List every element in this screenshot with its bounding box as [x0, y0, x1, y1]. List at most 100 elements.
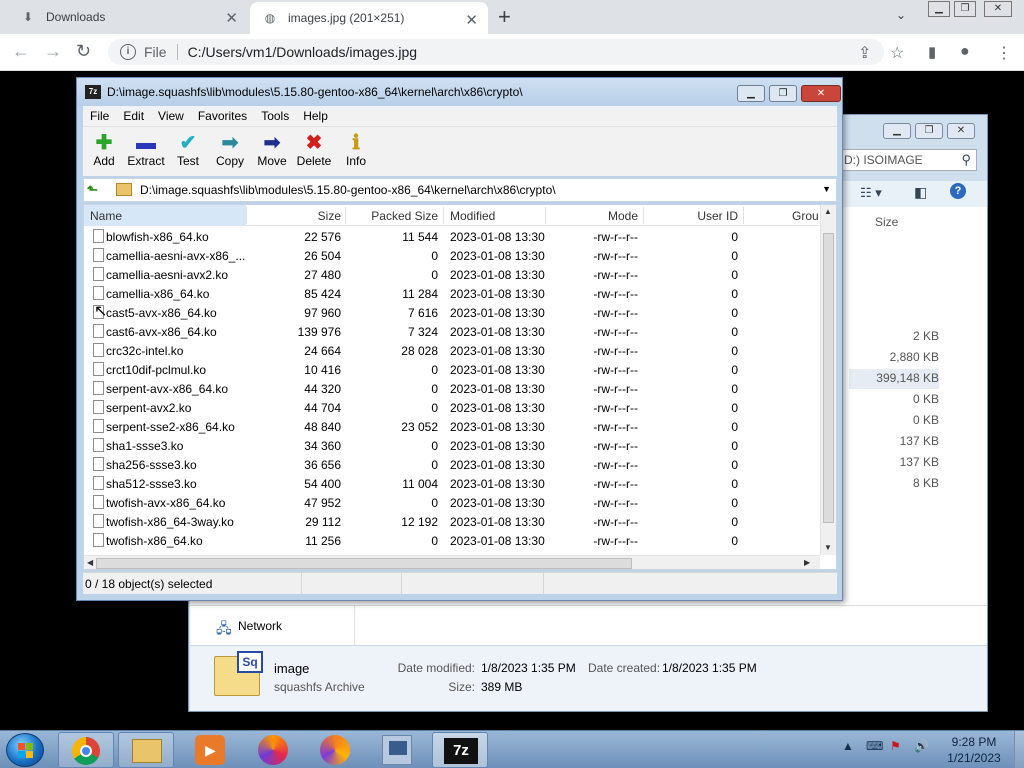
star-icon[interactable]: ☆: [890, 43, 904, 63]
menu-tools[interactable]: Tools: [254, 109, 296, 123]
scroll-down-icon[interactable]: ▼: [824, 543, 832, 552]
close-button[interactable]: ✕: [984, 1, 1012, 17]
table-row[interactable]: cast5-avx-x86_64.ko 97 960 7 616 2023-01-08…: [84, 303, 819, 322]
close-button[interactable]: ✕: [947, 123, 975, 139]
new-tab-button[interactable]: +: [498, 4, 511, 30]
share-icon[interactable]: ⇪: [858, 43, 871, 63]
cell-packed: 0: [431, 382, 438, 396]
scroll-up-icon[interactable]: ▲: [824, 207, 832, 216]
tray-overflow-icon[interactable]: ▲: [842, 739, 854, 753]
table-row[interactable]: sha1-ssse3.ko 34 360 0 2023-01-08 13:30 -rw-…: [84, 436, 819, 455]
preview-pane-icon[interactable]: ◧: [914, 184, 927, 201]
tab-images-jpg[interactable]: ◍ images.jpg (201×251) ✕: [250, 2, 488, 34]
side-panel-icon[interactable]: ▮: [928, 43, 936, 61]
maximize-button[interactable]: ❐: [769, 85, 797, 102]
column-header-packed-size[interactable]: Packed Size: [346, 209, 438, 223]
search-input[interactable]: D:) ISOIMAGE ⚲: [839, 149, 977, 171]
table-row[interactable]: crc32c-intel.ko 24 664 28 028 2023-01-08 13…: [84, 341, 819, 360]
restore-button[interactable]: ❐: [954, 1, 976, 17]
path-bar[interactable]: ⬑ D:\image.squashfs\lib\modules\5.15.80-…: [83, 178, 837, 202]
forward-icon[interactable]: →: [44, 41, 62, 62]
minimize-button[interactable]: ▁: [928, 1, 950, 17]
chrome-taskbar-button[interactable]: [58, 732, 114, 768]
table-row[interactable]: crct10dif-pclmul.ko 10 416 0 2023-01-08 13:…: [84, 360, 819, 379]
table-row[interactable]: serpent-avx-x86_64.ko 44 320 0 2023-01-08 1…: [84, 379, 819, 398]
cell-packed: 0: [431, 458, 438, 472]
media-player-icon[interactable]: ▶: [195, 735, 225, 765]
start-button[interactable]: [6, 733, 44, 767]
table-row[interactable]: twofish-x86_64.ko 11 256 0 2023-01-08 13:30…: [84, 531, 819, 550]
divider: [443, 207, 444, 224]
table-row[interactable]: serpent-sse2-x86_64.ko 48 840 23 052 2023-0…: [84, 417, 819, 436]
7zip-taskbar-button[interactable]: 7z: [432, 732, 488, 768]
dropdown-arrow-icon[interactable]: ▼: [822, 184, 831, 194]
test-button[interactable]: ✔ Test: [167, 132, 209, 168]
delete-button[interactable]: ✖ Delete: [293, 132, 335, 168]
table-row[interactable]: twofish-avx-x86_64.ko 47 952 0 2023-01-08 1…: [84, 493, 819, 512]
menu-file[interactable]: File: [83, 109, 116, 123]
table-row[interactable]: camellia-x86_64.ko 85 424 11 284 2023-01-08…: [84, 284, 819, 303]
table-row[interactable]: twofish-x86_64-3way.ko 29 112 12 192 2023-0…: [84, 512, 819, 531]
minimize-button[interactable]: ▁: [737, 85, 765, 102]
system-clock[interactable]: 9:28 PM 1/21/2023: [942, 734, 1006, 766]
table-row[interactable]: cast6-avx-x86_64.ko 139 976 7 324 2023-01-0…: [84, 322, 819, 341]
cell-modified: 2023-01-08 13:30: [450, 515, 545, 529]
table-row[interactable]: blowfish-x86_64.ko 22 576 11 544 2023-01-08…: [84, 227, 819, 246]
cell-mode: -rw-r--r--: [593, 287, 638, 301]
tab-downloads[interactable]: ⬇ Downloads ✕: [8, 0, 248, 34]
network-error-icon[interactable]: ⚑: [890, 739, 901, 753]
table-row[interactable]: serpent-avx2.ko 44 704 0 2023-01-08 13:30 -r…: [84, 398, 819, 417]
copy-button[interactable]: ➡ Copy: [209, 132, 251, 168]
horizontal-scrollbar[interactable]: ◀ ▶: [84, 555, 820, 569]
scroll-thumb[interactable]: [823, 233, 834, 523]
reload-icon[interactable]: ↻: [76, 41, 91, 62]
network-app-icon[interactable]: [382, 735, 412, 765]
nav-pane-network[interactable]: 🖧 Network: [190, 605, 987, 646]
address-bar[interactable]: i File C:/Users/vm1/Downloads/images.jpg: [108, 39, 884, 65]
view-options-icon[interactable]: ☷ ▾: [860, 185, 882, 201]
brave-icon[interactable]: [320, 735, 350, 765]
close-button[interactable]: ✕: [801, 85, 841, 102]
volume-icon[interactable]: 🔊: [914, 739, 929, 753]
vertical-scrollbar[interactable]: ▲ ▼: [820, 205, 836, 555]
move-button[interactable]: ➡ Move: [251, 132, 293, 168]
column-header-size[interactable]: Size: [875, 215, 898, 229]
info-icon[interactable]: i: [120, 44, 136, 60]
maximize-button[interactable]: ❐: [915, 123, 943, 139]
add-button[interactable]: ✚ Add: [83, 132, 125, 168]
info-button[interactable]: ℹ Info: [335, 132, 377, 168]
up-folder-icon[interactable]: ⬑: [87, 182, 105, 198]
close-icon[interactable]: ✕: [465, 11, 478, 29]
menu-view[interactable]: View: [151, 109, 191, 123]
7zip-titlebar[interactable]: 7z D:\image.squashfs\lib\modules\5.15.80…: [77, 78, 842, 106]
table-row[interactable]: sha512-ssse3.ko 54 400 11 004 2023-01-08 13…: [84, 474, 819, 493]
column-header-mode[interactable]: Mode: [546, 209, 638, 223]
table-row[interactable]: camellia-aesni-avx-x86_... 26 504 0 2023-01…: [84, 246, 819, 265]
extract-button[interactable]: ▬ Extract: [125, 132, 167, 168]
menu-icon[interactable]: ⋮: [996, 43, 1012, 63]
menu-favorites[interactable]: Favorites: [191, 109, 254, 123]
column-header-name[interactable]: Name: [90, 209, 122, 223]
chevron-down-icon[interactable]: ⌄: [896, 8, 906, 22]
show-desktop-button[interactable]: [1014, 731, 1024, 768]
menu-help[interactable]: Help: [296, 109, 335, 123]
table-row[interactable]: camellia-aesni-avx2.ko 27 480 0 2023-01-08 …: [84, 265, 819, 284]
scroll-left-icon[interactable]: ◀: [87, 558, 93, 567]
keyboard-icon[interactable]: ⌨: [866, 739, 883, 753]
table-row[interactable]: sha256-ssse3.ko 36 656 0 2023-01-08 13:30 -r…: [84, 455, 819, 474]
close-icon[interactable]: ✕: [225, 9, 238, 27]
column-header-size[interactable]: Size: [247, 209, 341, 223]
search-icon[interactable]: ⚲: [961, 152, 971, 168]
menu-edit[interactable]: Edit: [116, 109, 151, 123]
column-header-user-id[interactable]: User ID: [644, 209, 738, 223]
scroll-right-icon[interactable]: ▶: [804, 558, 810, 567]
help-icon[interactable]: ?: [950, 183, 966, 199]
back-icon[interactable]: ←: [12, 41, 30, 62]
firefox-icon[interactable]: [258, 735, 288, 765]
profile-icon[interactable]: ●: [960, 43, 970, 61]
column-header-modified[interactable]: Modified: [450, 209, 495, 223]
minimize-button[interactable]: ▁: [883, 123, 911, 139]
explorer-taskbar-button[interactable]: [118, 732, 174, 768]
scroll-thumb[interactable]: [96, 558, 632, 569]
column-header-group[interactable]: Grou: [792, 209, 819, 223]
